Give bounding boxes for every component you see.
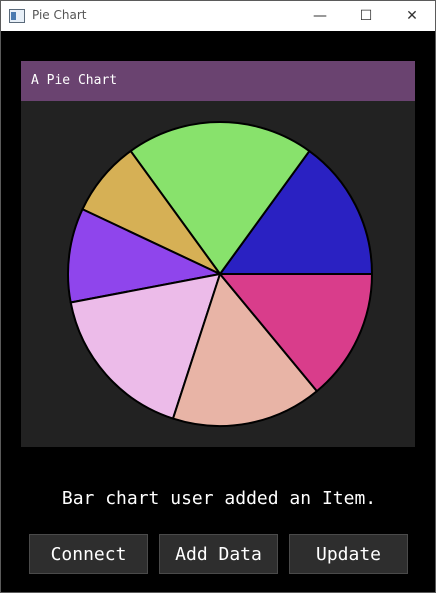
app-icon bbox=[9, 9, 25, 23]
minimize-button[interactable]: — bbox=[297, 1, 343, 31]
connect-button-label: Connect bbox=[50, 543, 127, 565]
add-data-button[interactable]: Add Data bbox=[159, 534, 278, 574]
close-button[interactable]: ✕ bbox=[389, 1, 435, 31]
window-title: Pie Chart bbox=[32, 8, 87, 22]
connect-button[interactable]: Connect bbox=[29, 534, 148, 574]
status-message: Bar chart user added an Item. bbox=[61, 488, 377, 509]
close-icon: ✕ bbox=[406, 8, 418, 24]
add-data-button-label: Add Data bbox=[175, 543, 262, 565]
pie-chart-panel: A Pie Chart bbox=[21, 61, 415, 447]
maximize-button[interactable]: ☐ bbox=[343, 1, 389, 31]
minimize-icon: — bbox=[313, 8, 327, 24]
app-window: Pie Chart — ☐ ✕ A Pie Chart Bar chart us… bbox=[0, 0, 436, 593]
update-button[interactable]: Update bbox=[289, 534, 408, 574]
update-button-label: Update bbox=[315, 543, 382, 565]
title-bar[interactable]: Pie Chart — ☐ ✕ bbox=[1, 1, 435, 31]
maximize-icon: ☐ bbox=[359, 8, 373, 24]
pie-chart bbox=[66, 121, 373, 427]
